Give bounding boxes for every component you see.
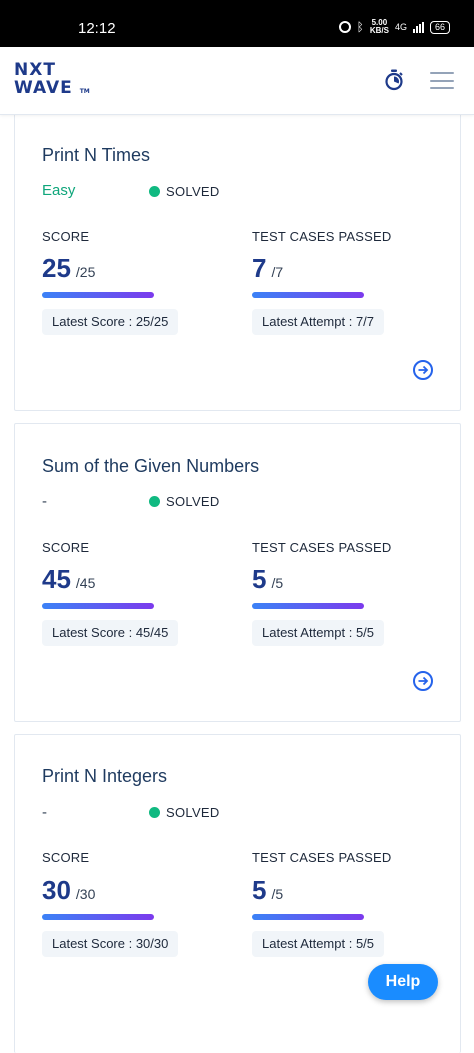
test-cases-number: 7 (252, 253, 267, 283)
test-cases-progress-bar (252, 292, 364, 298)
latest-score-pill: Latest Score : 30/30 (42, 931, 179, 957)
alarm-icon (338, 21, 351, 33)
status-badge: SOLVED (149, 494, 220, 509)
score-value: 45/45 (42, 564, 95, 595)
score-number: 25 (42, 253, 71, 283)
status-text: SOLVED (166, 805, 220, 820)
app-header: NXT WAVE TM (0, 47, 474, 115)
help-button[interactable]: Help (368, 964, 438, 1000)
score-value: 25/25 (42, 253, 95, 284)
network-type: 4G (394, 22, 407, 32)
bluetooth-icon: ᛒ (356, 20, 364, 34)
status-text: SOLVED (166, 184, 220, 199)
problem-title: Print N Integers (42, 766, 168, 786)
hamburger-icon[interactable] (430, 72, 454, 89)
logo-line2: WAVE (14, 78, 73, 98)
status-badge: SOLVED (149, 805, 220, 820)
score-total: /25 (75, 264, 96, 280)
test-cases-value: 5/5 (252, 875, 283, 906)
latest-score-pill: Latest Score : 25/25 (42, 309, 179, 335)
logo-tm: TM (79, 88, 90, 95)
score-label: SCORE (42, 540, 90, 555)
status-bar: 12:12 ᛒ 5.00 KB/S 4G 66 (0, 0, 474, 47)
score-total: /30 (75, 886, 96, 902)
test-cases-progress-bar (252, 603, 364, 609)
status-time: 12:12 (78, 20, 116, 37)
test-cases-label: TEST CASES PASSED (252, 229, 392, 244)
score-number: 45 (42, 564, 71, 594)
network-speed-unit: KB/S (369, 26, 389, 35)
arrow-right-circle-icon[interactable] (413, 671, 433, 691)
test-cases-total: /7 (271, 264, 284, 280)
test-cases-label: TEST CASES PASSED (252, 850, 392, 865)
difficulty-label: Easy (42, 182, 76, 199)
score-label: SCORE (42, 850, 90, 865)
battery-icon: 66 (429, 20, 450, 34)
latest-attempt-pill: Latest Attempt : 5/5 (252, 620, 385, 646)
score-value: 30/30 (42, 875, 95, 906)
test-cases-number: 5 (252, 875, 267, 905)
solved-dot-icon (149, 807, 160, 818)
problem-card[interactable]: Print N Times Easy SOLVED SCORE TEST CAS… (14, 104, 461, 411)
latest-score-pill: Latest Score : 45/45 (42, 620, 179, 646)
signal-icon (412, 21, 424, 33)
test-cases-label: TEST CASES PASSED (252, 540, 392, 555)
test-cases-value: 7/7 (252, 253, 283, 284)
battery-level: 66 (434, 21, 445, 32)
status-text: SOLVED (166, 494, 220, 509)
score-number: 30 (42, 875, 71, 905)
problem-title: Sum of the Given Numbers (42, 456, 260, 476)
score-progress-bar (42, 914, 154, 920)
nxtwave-logo[interactable]: NXT WAVE TM (14, 61, 90, 101)
stopwatch-icon[interactable] (384, 69, 404, 91)
problem-card[interactable]: Sum of the Given Numbers - SOLVED SCORE … (14, 423, 461, 722)
problem-card[interactable]: Print N Integers - SOLVED SCORE TEST CAS… (14, 734, 461, 1053)
network-speed: 5.00 KB/S (370, 19, 389, 35)
test-cases-total: /5 (271, 575, 284, 591)
latest-attempt-pill: Latest Attempt : 5/5 (252, 931, 385, 957)
logo-line1: NXT (14, 60, 56, 80)
test-cases-progress-bar (252, 914, 364, 920)
score-progress-bar (42, 292, 154, 298)
latest-attempt-pill: Latest Attempt : 7/7 (252, 309, 385, 335)
problem-title: Print N Times (42, 145, 151, 165)
solved-dot-icon (149, 186, 160, 197)
difficulty-label: - (42, 493, 47, 510)
arrow-right-circle-icon[interactable] (413, 360, 433, 380)
difficulty-label: - (42, 804, 47, 821)
score-progress-bar (42, 603, 154, 609)
score-total: /45 (75, 575, 96, 591)
test-cases-total: /5 (271, 886, 284, 902)
status-icons: ᛒ 5.00 KB/S 4G 66 (338, 19, 450, 35)
score-label: SCORE (42, 229, 90, 244)
test-cases-number: 5 (252, 564, 267, 594)
test-cases-value: 5/5 (252, 564, 283, 595)
status-badge: SOLVED (149, 184, 220, 199)
solved-dot-icon (149, 496, 160, 507)
